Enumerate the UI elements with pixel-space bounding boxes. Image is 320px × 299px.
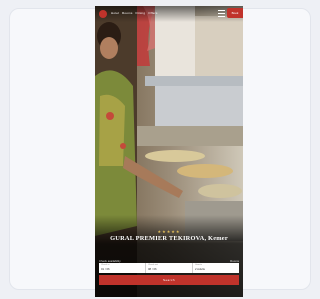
star-rating: ★★★★★ xyxy=(157,229,181,234)
top-bar: Hotel Rooms Dining Offers Book xyxy=(95,6,243,22)
guests-label: Guests xyxy=(195,264,202,266)
check-in-field[interactable]: Check in 01 / 06 xyxy=(99,263,146,273)
menu-icon[interactable] xyxy=(218,10,225,17)
top-nav: Hotel Rooms Dining Offers xyxy=(111,11,161,15)
guests-field[interactable]: Guests 2 Adults xyxy=(193,263,239,273)
check-out-field[interactable]: Check out 08 / 06 xyxy=(146,263,193,273)
booking-widget: Check availability Rooms Check in 01 / 0… xyxy=(99,259,239,285)
hotel-logo[interactable] xyxy=(99,10,107,18)
check-out-value: 08 / 06 xyxy=(148,267,157,271)
nav-item-offers[interactable]: Offers xyxy=(148,11,157,15)
check-out-label: Check out xyxy=(148,264,158,266)
mobile-page-preview: Hotel Rooms Dining Offers Book xyxy=(95,6,243,297)
check-in-value: 01 / 06 xyxy=(101,267,110,271)
nav-item-rooms[interactable]: Rooms xyxy=(122,11,133,15)
booking-fields: Check in 01 / 06 Check out 08 / 06 Guest… xyxy=(99,263,239,273)
search-button[interactable]: Search xyxy=(99,275,239,285)
hotel-title: GURAL PREMIER TEKIROVA, Kemer xyxy=(110,235,228,242)
nav-item-hotel[interactable]: Hotel xyxy=(111,11,119,15)
nav-item-dining[interactable]: Dining xyxy=(136,11,146,15)
book-button[interactable]: Book xyxy=(227,8,243,18)
guests-value: 2 Adults xyxy=(195,267,205,271)
check-in-label: Check in xyxy=(101,264,110,266)
